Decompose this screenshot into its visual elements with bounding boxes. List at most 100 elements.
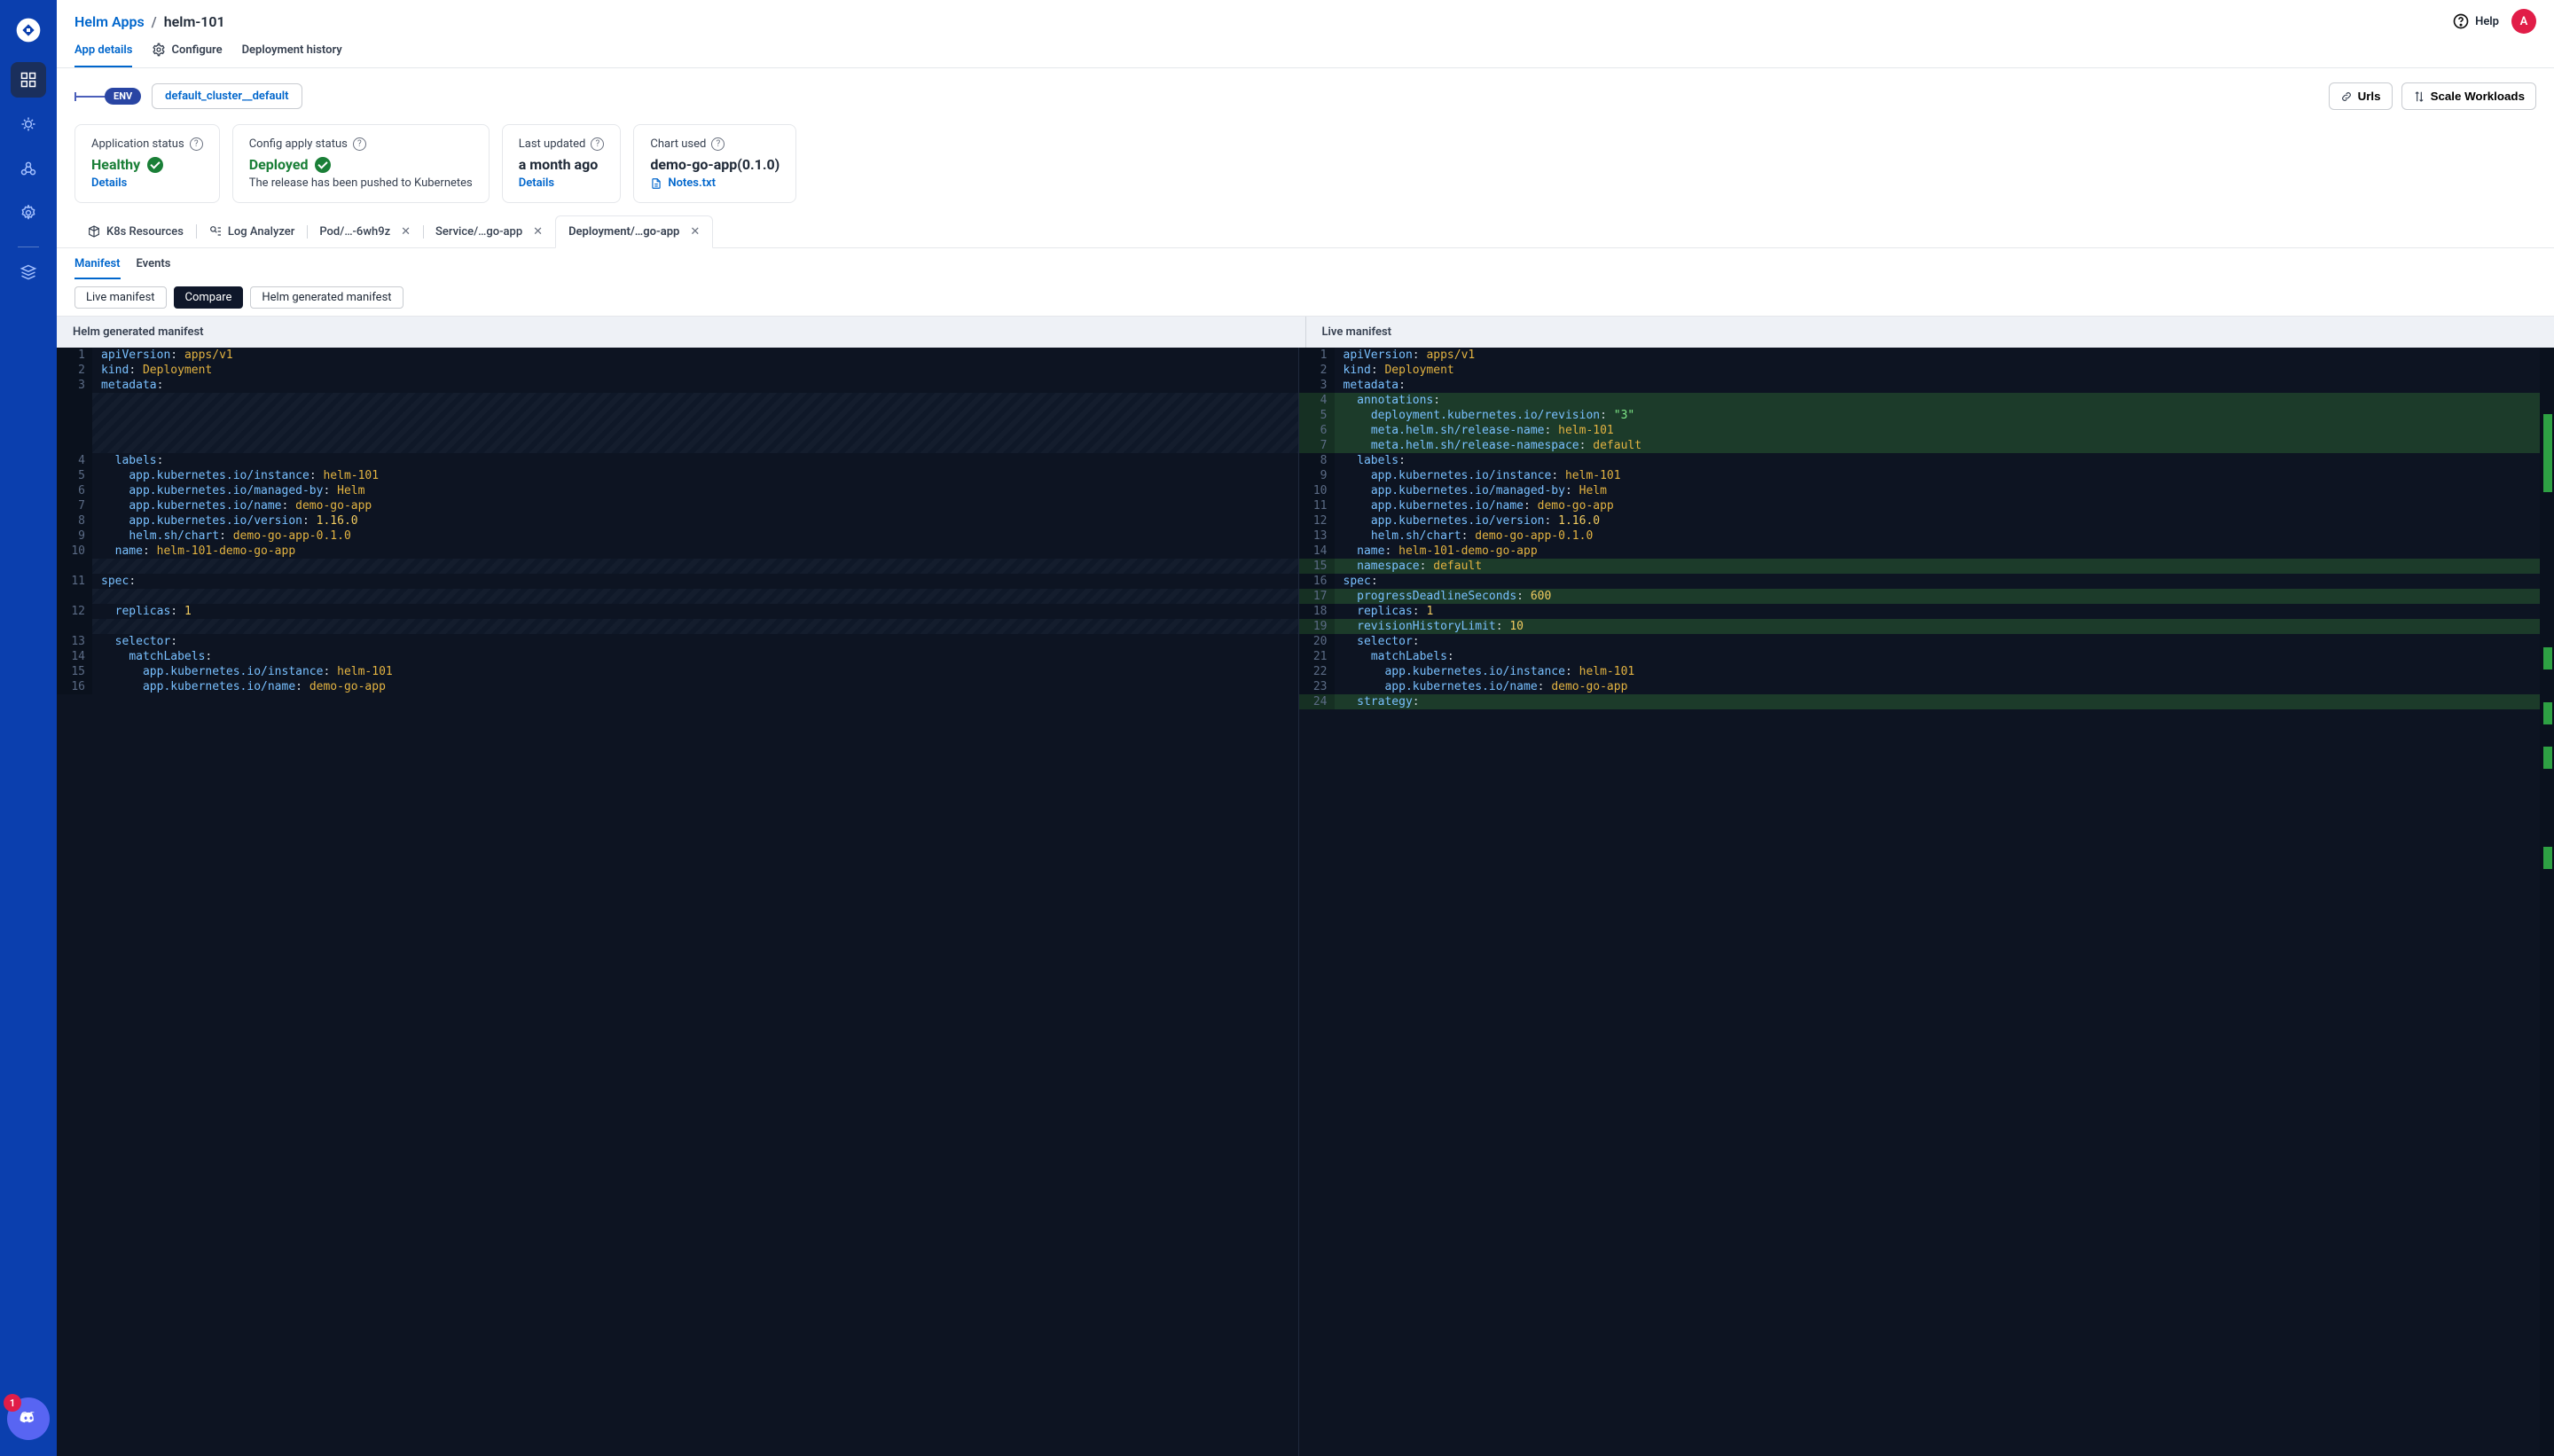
discord-button[interactable]: 1 xyxy=(7,1397,50,1440)
help-icon[interactable]: ? xyxy=(591,137,604,151)
avatar[interactable]: A xyxy=(2511,9,2536,34)
code-line: 12 app.kubernetes.io/version: 1.16.0 xyxy=(1299,513,2541,528)
card-app-status: Application status? Healthy Details xyxy=(74,124,220,203)
help-icon[interactable]: ? xyxy=(190,137,203,151)
res-tab-k8s[interactable]: K8s Resources xyxy=(74,215,196,247)
code-line: 12 replicas: 1 xyxy=(57,604,1298,619)
config-sub: The release has been pushed to Kubernete… xyxy=(249,176,473,190)
help-icon xyxy=(2452,12,2470,30)
close-icon[interactable]: ✕ xyxy=(690,225,700,239)
nav-helm[interactable] xyxy=(11,106,46,142)
code-line: 9 app.kubernetes.io/instance: helm-101 xyxy=(1299,468,2541,483)
code-line: 14 name: helm-101-demo-go-app xyxy=(1299,544,2541,559)
code-line: 2kind: Deployment xyxy=(57,363,1298,378)
res-tab-pod[interactable]: Pod/…-6wh9z✕ xyxy=(307,216,423,247)
code-line xyxy=(57,589,1298,604)
code-line: 19 revisionHistoryLimit: 10 xyxy=(1299,619,2541,634)
code-line: 8 labels: xyxy=(1299,453,2541,468)
code-line: 11 app.kubernetes.io/name: demo-go-app xyxy=(1299,498,2541,513)
card-config-status: Config apply status? Deployed The releas… xyxy=(232,124,490,203)
search-list-icon xyxy=(208,224,223,239)
close-icon[interactable]: ✕ xyxy=(533,225,543,239)
code-line xyxy=(57,408,1298,423)
code-line: 13 selector: xyxy=(57,634,1298,649)
diff-viewer[interactable]: 1apiVersion: apps/v12kind: Deployment3me… xyxy=(57,348,2554,1456)
code-line: 7 app.kubernetes.io/name: demo-go-app xyxy=(57,498,1298,513)
code-line: 10 name: helm-101-demo-go-app xyxy=(57,544,1298,559)
help-button[interactable]: Help xyxy=(2452,12,2499,30)
seg-live[interactable]: Live manifest xyxy=(74,286,167,309)
sidebar: 1 xyxy=(0,0,57,1456)
code-line: 1apiVersion: apps/v1 xyxy=(57,348,1298,363)
code-line: 16 app.kubernetes.io/name: demo-go-app xyxy=(57,679,1298,694)
seg-compare[interactable]: Compare xyxy=(174,286,244,309)
cube-icon xyxy=(87,224,101,239)
code-line: 2kind: Deployment xyxy=(1299,363,2541,378)
code-line: 20 selector: xyxy=(1299,634,2541,649)
card-chart-used: Chart used? demo-go-app(0.1.0) Notes.txt xyxy=(633,124,796,203)
code-line: 5 app.kubernetes.io/instance: helm-101 xyxy=(57,468,1298,483)
scale-workloads-button[interactable]: Scale Workloads xyxy=(2401,82,2536,110)
code-line: 10 app.kubernetes.io/managed-by: Helm xyxy=(1299,483,2541,498)
grid-icon xyxy=(20,71,37,89)
code-line: 13 helm.sh/chart: demo-go-app-0.1.0 xyxy=(1299,528,2541,544)
help-icon[interactable]: ? xyxy=(711,137,725,151)
cluster-icon xyxy=(20,160,37,177)
nav-stack[interactable] xyxy=(11,254,46,290)
code-line: 15 app.kubernetes.io/instance: helm-101 xyxy=(57,664,1298,679)
code-line: 4 annotations: xyxy=(1299,393,2541,408)
code-line: 22 app.kubernetes.io/instance: helm-101 xyxy=(1299,664,2541,679)
diff-pane-left: 1apiVersion: apps/v12kind: Deployment3me… xyxy=(57,348,1299,1456)
code-line xyxy=(57,619,1298,634)
res-tab-service[interactable]: Service/…go-app✕ xyxy=(423,216,555,247)
code-line xyxy=(57,423,1298,438)
code-line: 9 helm.sh/chart: demo-go-app-0.1.0 xyxy=(57,528,1298,544)
card-last-updated: Last updated? a month ago Details xyxy=(502,124,622,203)
minimap[interactable] xyxy=(2540,348,2554,1456)
env-badge: ENV xyxy=(105,88,141,105)
diff-header-left: Helm generated manifest xyxy=(57,317,1306,348)
code-line: 16spec: xyxy=(1299,574,2541,589)
scale-icon xyxy=(2413,90,2425,103)
tab-deployment-history[interactable]: Deployment history xyxy=(242,43,342,67)
nav-apps[interactable] xyxy=(11,62,46,98)
code-line: 1apiVersion: apps/v1 xyxy=(1299,348,2541,363)
tab-configure[interactable]: Configure xyxy=(152,43,222,67)
urls-button[interactable]: Urls xyxy=(2329,82,2393,110)
code-line: 17 progressDeadlineSeconds: 600 xyxy=(1299,589,2541,604)
diff-header-right: Live manifest xyxy=(1306,317,2554,348)
tab-app-details[interactable]: App details xyxy=(74,43,132,67)
app-status-details-link[interactable]: Details xyxy=(91,176,203,190)
code-line: 3metadata: xyxy=(1299,378,2541,393)
close-icon[interactable]: ✕ xyxy=(401,225,411,239)
stack-icon xyxy=(20,263,37,281)
code-line: 11spec: xyxy=(57,574,1298,589)
res-tab-log[interactable]: Log Analyzer xyxy=(196,215,307,247)
res-tab-deployment[interactable]: Deployment/…go-app✕ xyxy=(555,215,713,248)
check-icon xyxy=(147,157,163,173)
env-selector[interactable]: default_cluster__default xyxy=(152,83,302,109)
code-line: 14 matchLabels: xyxy=(57,649,1298,664)
code-line xyxy=(57,438,1298,453)
code-line: 5 deployment.kubernetes.io/revision: "3" xyxy=(1299,408,2541,423)
code-line xyxy=(57,393,1298,408)
sub-tab-events[interactable]: Events xyxy=(137,257,171,279)
help-label: Help xyxy=(2475,15,2499,28)
link-icon xyxy=(2340,90,2353,103)
last-updated-details-link[interactable]: Details xyxy=(519,176,605,190)
code-line: 15 namespace: default xyxy=(1299,559,2541,574)
file-icon xyxy=(650,177,662,190)
notes-file-link[interactable]: Notes.txt xyxy=(650,176,780,190)
code-line: 18 replicas: 1 xyxy=(1299,604,2541,619)
code-line: 4 labels: xyxy=(57,453,1298,468)
sub-tab-manifest[interactable]: Manifest xyxy=(74,257,121,279)
nav-cluster[interactable] xyxy=(11,151,46,186)
nav-settings[interactable] xyxy=(11,195,46,231)
code-line: 6 app.kubernetes.io/managed-by: Helm xyxy=(57,483,1298,498)
code-line: 21 matchLabels: xyxy=(1299,649,2541,664)
code-line: 7 meta.helm.sh/release-namespace: defaul… xyxy=(1299,438,2541,453)
gear-icon xyxy=(20,204,37,222)
breadcrumb-root[interactable]: Helm Apps xyxy=(74,13,145,30)
help-icon[interactable]: ? xyxy=(353,137,366,151)
seg-helm[interactable]: Helm generated manifest xyxy=(250,286,403,309)
